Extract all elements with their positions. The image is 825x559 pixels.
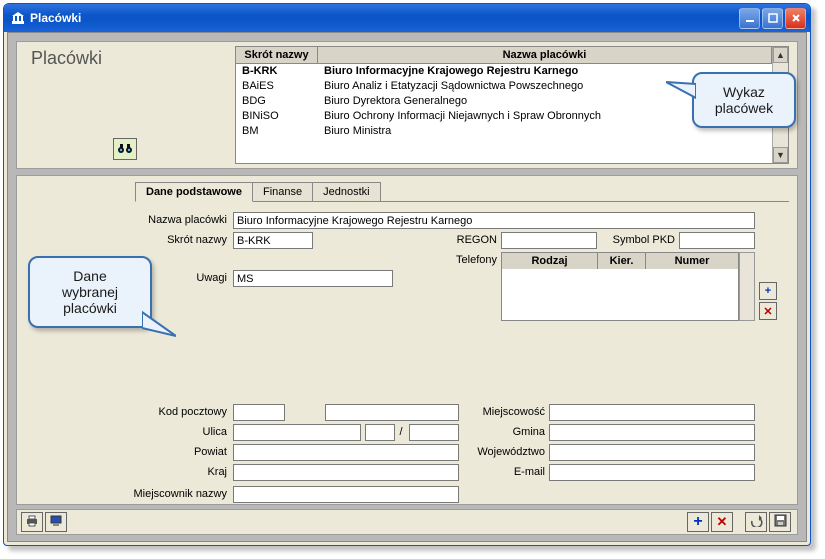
label-miejscownik: Miejscownik nazwy: [117, 488, 227, 500]
callout-right: Wykaz placówek: [692, 72, 796, 128]
detail-panel: Dane podstawowe Finanse Jednostki Nazwa …: [16, 175, 798, 505]
input-powiat[interactable]: [233, 444, 459, 461]
printer-icon: [25, 515, 39, 530]
label-gmina: Gmina: [485, 426, 545, 438]
app-icon: [10, 10, 26, 26]
tab-units[interactable]: Jednostki: [312, 182, 380, 202]
tel-grid[interactable]: [501, 269, 739, 321]
plus-icon: +: [693, 513, 702, 531]
input-gmina[interactable]: [549, 424, 755, 441]
add-record-button[interactable]: +: [687, 512, 709, 532]
col-nazwa[interactable]: Nazwa placówki: [318, 47, 772, 63]
diskette-icon: [774, 514, 787, 530]
label-skrot: Skrót nazwy: [135, 234, 227, 246]
cell-skrot: BINiSO: [236, 109, 318, 123]
table-row[interactable]: B-KRKBiuro Informacyjne Krajowego Rejest…: [236, 64, 772, 79]
input-kod[interactable]: [233, 404, 285, 421]
label-kod: Kod pocztowy: [135, 406, 227, 418]
label-email: E-mail: [485, 466, 545, 478]
label-kraj: Kraj: [167, 466, 227, 478]
input-pkd[interactable]: [679, 232, 755, 249]
page-title: Placówki: [31, 48, 102, 69]
cell-skrot: BDG: [236, 94, 318, 108]
scroll-down-icon[interactable]: ▼: [773, 147, 788, 163]
callout-left: Dane wybranej placówki: [28, 256, 152, 328]
cell-skrot: BAiES: [236, 79, 318, 93]
label-woj: Województwo: [461, 446, 545, 458]
tab-basic[interactable]: Dane podstawowe: [135, 182, 253, 202]
input-kod2[interactable]: [325, 404, 459, 421]
label-powiat: Powiat: [167, 446, 227, 458]
tel-col-numer[interactable]: Numer: [646, 253, 738, 269]
label-regon: REGON: [447, 234, 497, 246]
table-row[interactable]: BMBiuro Ministra: [236, 124, 772, 139]
input-ulica[interactable]: [233, 424, 361, 441]
x-icon: ✕: [717, 514, 728, 530]
computer-button[interactable]: [45, 512, 67, 532]
input-woj[interactable]: [549, 444, 755, 461]
input-ulica-nr[interactable]: [365, 424, 395, 441]
binoculars-icon: [117, 142, 133, 157]
print-button[interactable]: [21, 512, 43, 532]
label-miejscowosc: Miejscowość: [465, 406, 545, 418]
label-ulica-sep: /: [397, 426, 405, 438]
save-button[interactable]: [769, 512, 791, 532]
tel-col-rodzaj[interactable]: Rodzaj: [502, 253, 598, 269]
tel-delete-button[interactable]: ✕: [759, 302, 777, 320]
input-email[interactable]: [549, 464, 755, 481]
input-miejscowosc[interactable]: [549, 404, 755, 421]
window-title: Placówki: [30, 11, 81, 25]
input-miejscownik[interactable]: [233, 486, 459, 503]
input-skrot[interactable]: [233, 232, 313, 249]
input-regon[interactable]: [501, 232, 597, 249]
close-button[interactable]: [785, 8, 806, 29]
delete-record-button[interactable]: ✕: [711, 512, 733, 532]
tel-add-button[interactable]: +: [759, 282, 777, 300]
grid-header: Skrót nazwy Nazwa placówki: [236, 47, 772, 64]
input-uwagi[interactable]: [233, 270, 393, 287]
cell-skrot: B-KRK: [236, 64, 318, 78]
tab-finance[interactable]: Finanse: [252, 182, 313, 202]
cell-skrot: BM: [236, 124, 318, 138]
titlebar: Placówki: [4, 4, 810, 32]
maximize-button[interactable]: [762, 8, 783, 29]
computer-icon: [49, 515, 63, 530]
undo-icon: [749, 515, 763, 530]
scroll-up-icon[interactable]: ▲: [773, 47, 788, 63]
undo-button[interactable]: [745, 512, 767, 532]
label-telefony: Telefony: [449, 254, 497, 266]
tel-col-kier[interactable]: Kier.: [598, 253, 646, 269]
label-uwagi: Uwagi: [167, 272, 227, 284]
col-skrot[interactable]: Skrót nazwy: [236, 47, 318, 63]
minimize-button[interactable]: [739, 8, 760, 29]
x-icon: ✕: [763, 305, 772, 318]
tel-header: Rodzaj Kier. Numer: [501, 252, 739, 270]
search-button[interactable]: [113, 138, 137, 160]
top-panel: Placówki Skrót nazwy Nazwa placówki: [16, 41, 798, 169]
tabs: Dane podstawowe Finanse Jednostki: [135, 182, 380, 202]
plus-icon: +: [765, 285, 771, 297]
input-nazwa[interactable]: [233, 212, 755, 229]
input-kraj[interactable]: [233, 464, 459, 481]
input-ulica-nr2[interactable]: [409, 424, 459, 441]
tel-scrollbar[interactable]: [739, 252, 755, 321]
bottom-toolbar: + ✕: [16, 509, 798, 535]
label-nazwa: Nazwa placówki: [135, 214, 227, 226]
form-basic: Nazwa placówki Skrót nazwy REGON Symbol …: [17, 208, 797, 498]
label-ulica: Ulica: [167, 426, 227, 438]
label-pkd: Symbol PKD: [605, 234, 675, 246]
